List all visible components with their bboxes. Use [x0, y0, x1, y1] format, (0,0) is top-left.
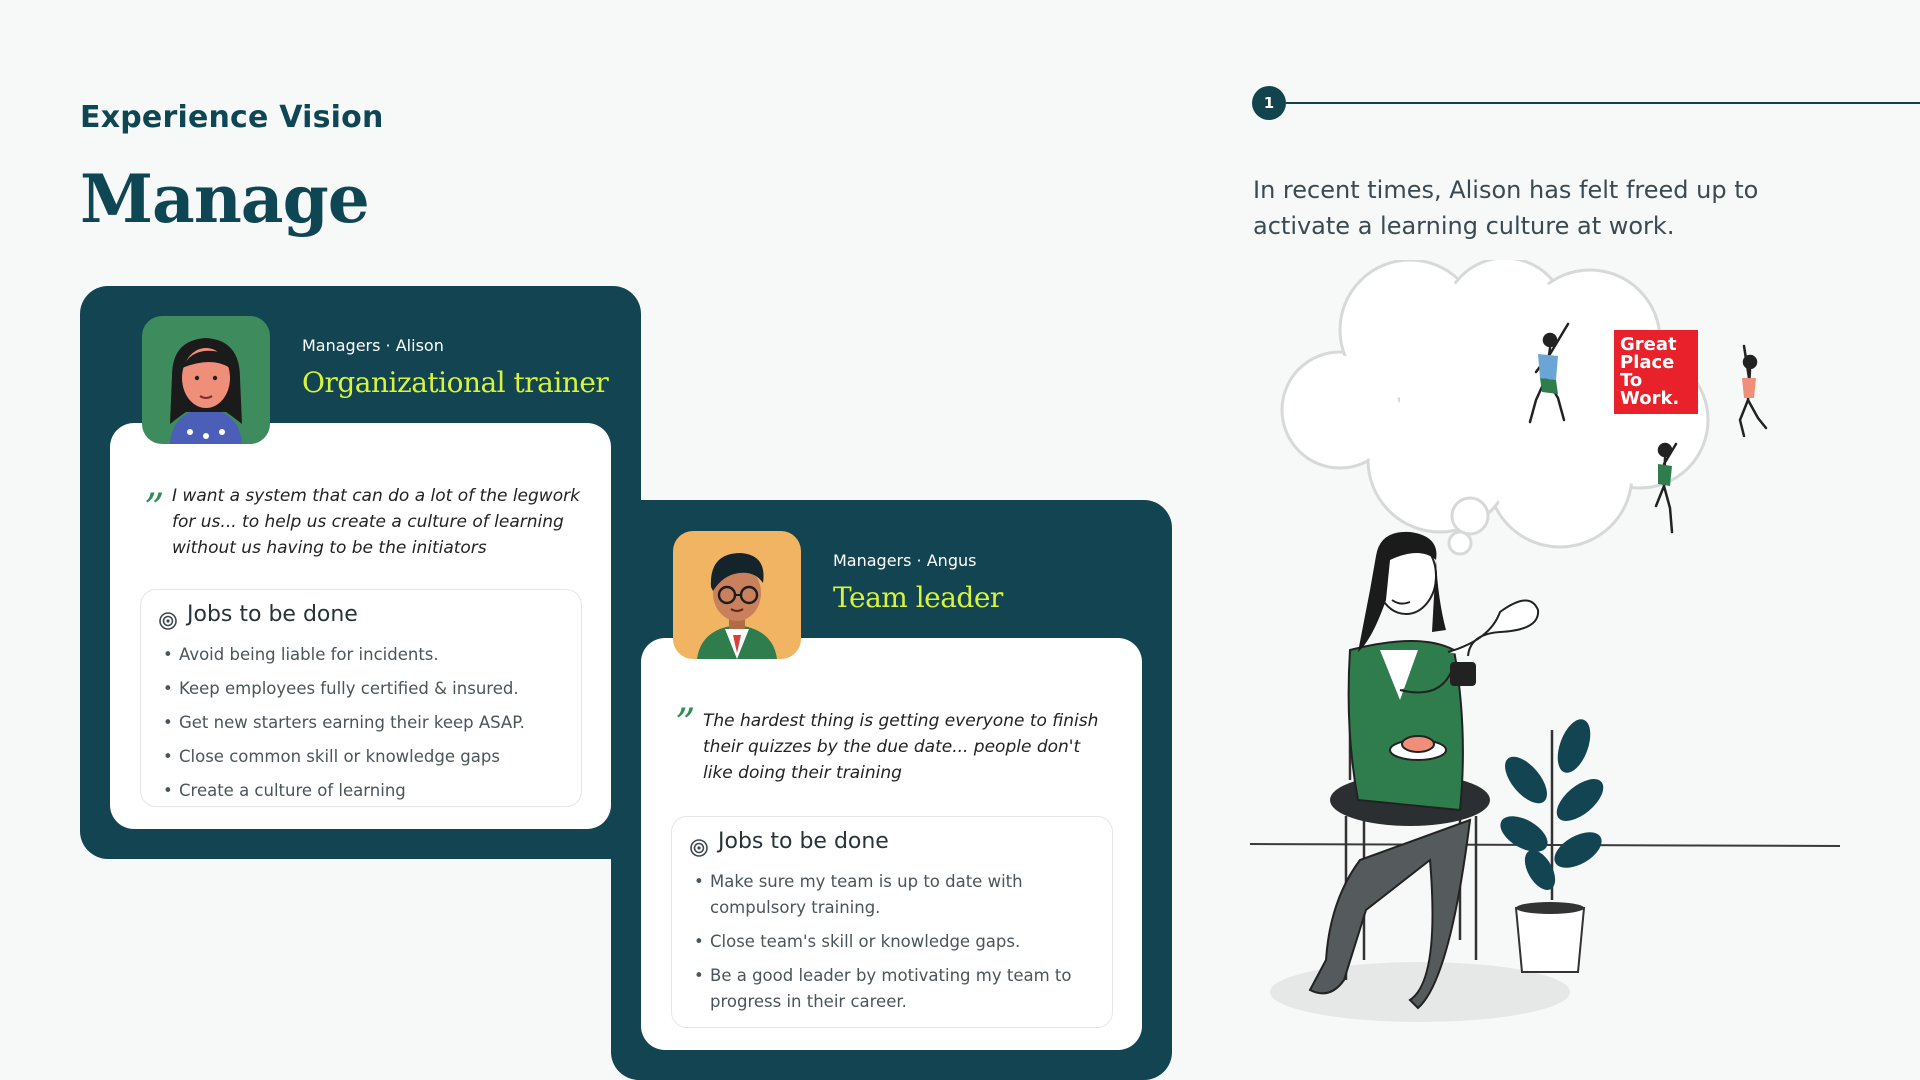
jobs-title: Jobs to be done	[718, 829, 889, 854]
list-item: Close common skill or knowledge gaps	[163, 744, 525, 770]
great-place-to-work-logo-text: Great Place To Work.	[1620, 334, 1680, 409]
quote-icon: ”	[144, 486, 165, 532]
jobs-list: Avoid being liable for incidents. Keep e…	[151, 642, 525, 812]
persona-role: Managers · Angus	[833, 551, 977, 570]
section-eyebrow: Experience Vision	[80, 100, 384, 135]
avatar-alison	[142, 316, 270, 444]
man-avatar-icon	[673, 531, 801, 659]
list-item: Keep employees fully certified & insured…	[163, 676, 525, 702]
list-item: Get new starters earning their keep ASAP…	[163, 710, 525, 736]
step-indicator[interactable]: 1	[1252, 86, 1286, 120]
list-item: Avoid being liable for incidents.	[163, 642, 525, 668]
avatar-angus	[673, 531, 801, 659]
step-progress-line	[1286, 102, 1920, 104]
list-item: Be a good leader by motivating my team t…	[694, 963, 1090, 1015]
jobs-list: Make sure my team is up to date with com…	[682, 869, 1090, 1023]
persona-quote: I want a system that can do a lot of the…	[172, 486, 580, 558]
persona-role: Managers · Alison	[302, 336, 444, 355]
intro-text: In recent times, Alison has felt freed u…	[1253, 176, 1759, 240]
list-item: Create a culture of learning	[163, 778, 525, 804]
persona-detail-card: ” The hardest thing is getting everyone …	[641, 638, 1142, 1050]
persona-name: Team leader	[833, 581, 1003, 614]
illustration-icon	[1249, 256, 1841, 1022]
target-icon	[690, 839, 708, 857]
list-item: Close team's skill or knowledge gaps.	[694, 929, 1090, 955]
persona-name: Organizational trainer	[302, 366, 609, 399]
illustration-thinking-woman: Great Place To Work.	[1240, 256, 1880, 1040]
persona-detail-card: ” I want a system that can do a lot of t…	[110, 423, 611, 829]
page-title: Manage	[80, 160, 370, 238]
jobs-title: Jobs to be done	[187, 602, 358, 627]
quote-icon: ”	[675, 701, 696, 747]
target-icon	[159, 612, 177, 630]
list-item: Make sure my team is up to date with com…	[694, 869, 1090, 921]
jobs-to-be-done-box: Jobs to be done Make sure my team is up …	[671, 816, 1113, 1028]
persona-quote: The hardest thing is getting everyone to…	[703, 711, 1099, 783]
woman-avatar-icon	[142, 316, 270, 444]
jobs-to-be-done-box: Jobs to be done Avoid being liable for i…	[140, 589, 582, 807]
